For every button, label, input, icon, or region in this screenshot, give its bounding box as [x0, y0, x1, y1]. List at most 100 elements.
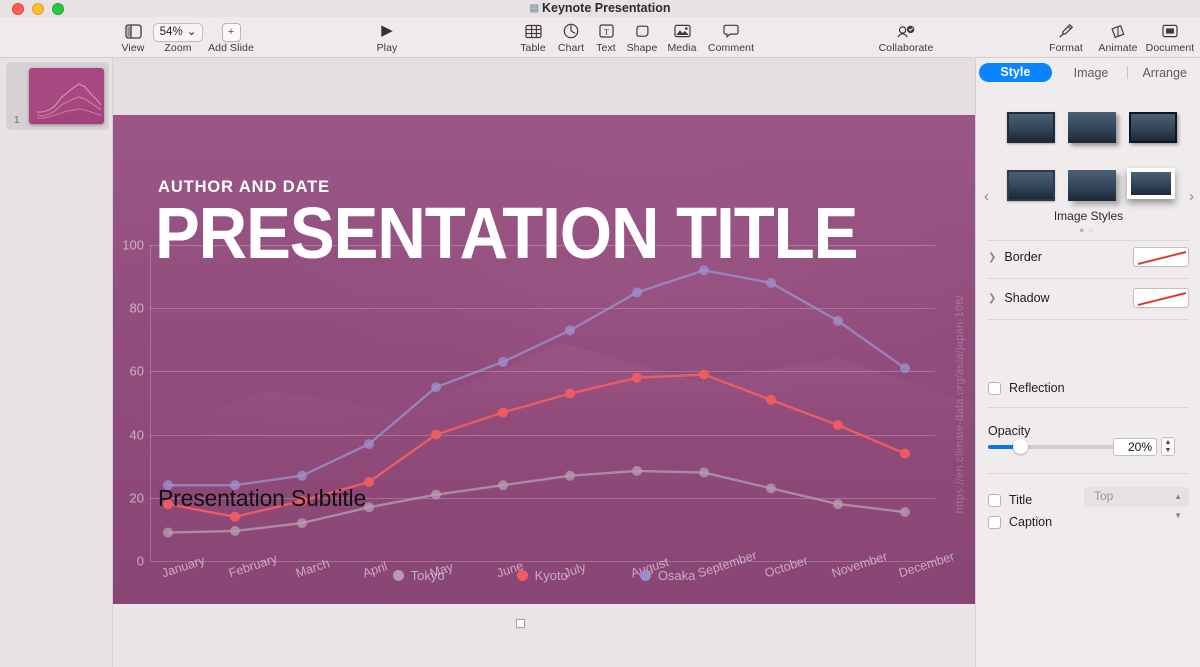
zoom-value-pill[interactable]: 54% ⌄: [152, 22, 204, 42]
chevron-left-icon[interactable]: ‹: [984, 188, 989, 205]
comment-icon: [703, 21, 759, 41]
legend-label: Tokyo: [410, 568, 445, 583]
legend-swatch: [639, 570, 651, 581]
legend-label: Osaka: [657, 568, 696, 583]
image-styles-page-dots[interactable]: ●○: [976, 225, 1200, 235]
zoom-label: Zoom: [164, 42, 192, 54]
tab-arrange[interactable]: Arrange: [1128, 66, 1200, 80]
chart-legend: Tokyo Kyoto Osaka: [113, 568, 975, 583]
opacity-slider-knob[interactable]: [1013, 439, 1028, 454]
document-icon: [1142, 21, 1198, 41]
format-button[interactable]: Format: [1031, 21, 1101, 58]
data-point: [632, 372, 642, 383]
zoom-control[interactable]: 54% ⌄ Zoom: [150, 21, 206, 54]
selection-handle-bottom[interactable]: [516, 619, 525, 628]
data-point: [699, 467, 709, 478]
document-button[interactable]: Document: [1142, 21, 1198, 54]
data-point: [565, 470, 575, 481]
media-button[interactable]: Media: [654, 21, 710, 54]
keynote-window: ▤ Keynote Presentation View 54% ⌄ Zoom + …: [0, 0, 1200, 667]
tab-image[interactable]: Image: [1055, 66, 1128, 80]
presentation-title-text[interactable]: PRESENTATION TITLE: [155, 198, 858, 270]
image-style-option-3[interactable]: [1129, 112, 1177, 143]
border-row[interactable]: ❯ Border: [988, 246, 1189, 268]
data-point: [364, 439, 374, 450]
chevron-right-icon[interactable]: ❯: [988, 252, 996, 263]
collaborate-button[interactable]: Collaborate: [870, 21, 942, 54]
data-point: [632, 465, 642, 476]
title-label: Title: [1009, 493, 1033, 507]
slide-navigator[interactable]: 1: [0, 58, 113, 667]
divider: [988, 473, 1189, 474]
data-point: [632, 287, 642, 298]
data-point: [431, 429, 441, 440]
chevron-right-icon[interactable]: ❯: [988, 293, 996, 304]
slide-number: 1: [14, 115, 20, 126]
data-point: [900, 507, 910, 518]
add-slide-button[interactable]: + Add Slide: [203, 21, 259, 54]
title-position-popup[interactable]: Top ▲ ▼: [1084, 487, 1189, 520]
divider: [988, 407, 1189, 408]
legend-label: Kyoto: [534, 568, 568, 583]
data-point: [431, 489, 441, 500]
data-point: [297, 518, 307, 529]
media-icon: [654, 21, 710, 41]
shadow-label: Shadow: [1004, 291, 1050, 305]
legend-swatch: [516, 570, 528, 581]
tab-style[interactable]: Style: [979, 63, 1052, 82]
image-style-option-1[interactable]: [1007, 112, 1055, 143]
reflection-label: Reflection: [1009, 381, 1065, 395]
collaborate-label: Collaborate: [878, 42, 934, 54]
slide-thumbnail[interactable]: [29, 68, 104, 124]
caption-row[interactable]: Caption: [988, 511, 1189, 533]
comment-button[interactable]: Comment: [703, 21, 759, 54]
opacity-stepper[interactable]: ▲ ▼: [1161, 437, 1175, 456]
document-label: Document: [1145, 42, 1195, 54]
data-point: [297, 470, 307, 481]
series-line-osaka: [168, 269, 906, 487]
animate-icon: [1090, 21, 1146, 41]
keynote-doc-icon: ▤: [529, 3, 539, 14]
y-tick-label: 60: [129, 363, 144, 379]
border-label: Border: [1004, 250, 1042, 264]
data-point: [498, 356, 508, 367]
caption-label: Caption: [1009, 515, 1053, 529]
opacity-slider[interactable]: [988, 439, 1118, 454]
shadow-row[interactable]: ❯ Shadow: [988, 287, 1189, 309]
image-style-option-6-selected[interactable]: [1127, 168, 1175, 199]
inspector-tabs: Style Image Arrange: [976, 62, 1200, 83]
chevron-right-icon[interactable]: ›: [1189, 188, 1194, 205]
add-slide-icon: +: [221, 22, 241, 42]
animate-button[interactable]: Animate: [1090, 21, 1146, 54]
play-icon: ▶: [381, 22, 393, 39]
image-style-option-5[interactable]: [1068, 170, 1116, 201]
slide-navigator-item-1[interactable]: 1: [6, 62, 109, 130]
reflection-row[interactable]: Reflection: [988, 377, 1189, 399]
divider: [988, 319, 1189, 320]
y-tick-label: 0: [136, 553, 144, 569]
caption-checkbox[interactable]: [988, 515, 1001, 529]
format-label: Format: [1049, 42, 1083, 54]
play-button[interactable]: ▶ Play: [359, 21, 415, 54]
data-point: [230, 525, 240, 536]
slide-1[interactable]: 100 80 60 40 20 0 January February March Ap…: [113, 115, 975, 604]
data-point: [565, 388, 575, 399]
border-line-well[interactable]: [1133, 247, 1189, 267]
data-point: [766, 394, 776, 405]
presentation-subtitle-text[interactable]: Presentation Subtitle: [158, 485, 366, 512]
title-checkbox[interactable]: [988, 493, 1001, 507]
shadow-line-well[interactable]: [1133, 288, 1189, 308]
format-brush-icon: [1038, 21, 1094, 41]
legend-item-kyoto: Kyoto: [516, 568, 568, 583]
slide-canvas[interactable]: Monthly Climate Trend (in Japan) 100 80 …: [113, 58, 975, 667]
reflection-checkbox[interactable]: [988, 381, 1001, 395]
legend-swatch: [392, 570, 404, 581]
comment-label: Comment: [707, 42, 755, 54]
legend-item-osaka: Osaka: [639, 568, 696, 583]
data-point: [699, 369, 709, 380]
thumbnail-chart-preview: [36, 83, 102, 119]
title-position-value: Top: [1094, 489, 1114, 503]
image-style-option-2[interactable]: [1068, 112, 1116, 143]
opacity-value-field[interactable]: 20%: [1113, 438, 1157, 456]
image-style-option-4[interactable]: [1007, 170, 1055, 201]
